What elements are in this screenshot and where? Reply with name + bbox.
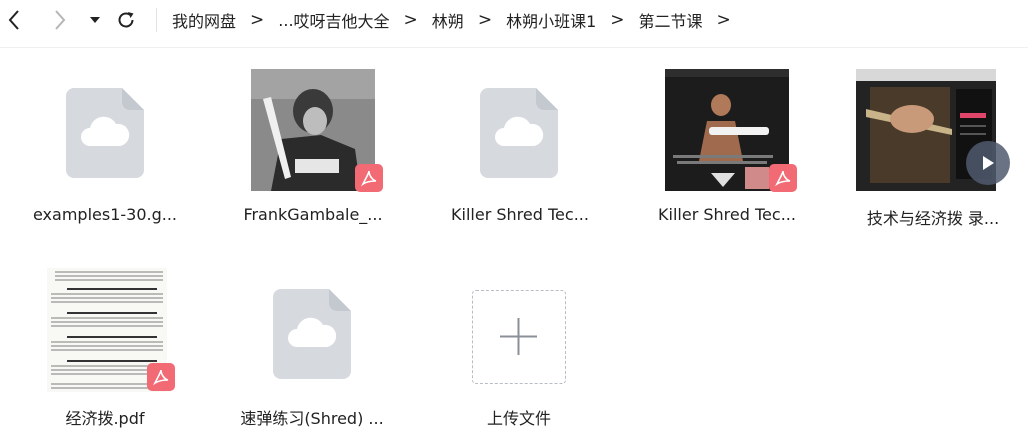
- breadcrumb-item-linshuo[interactable]: 林朔: [432, 8, 464, 32]
- chevron-left-icon: [8, 10, 19, 30]
- chevron-right-icon: [55, 10, 66, 30]
- pdf-icon: [774, 170, 791, 187]
- breadcrumb-separator: >: [403, 10, 418, 30]
- upload-label: 上传文件: [486, 409, 551, 428]
- file-name: examples1-30.g...: [32, 205, 177, 224]
- pdf-icon: [360, 170, 377, 187]
- pdf-badge: [769, 164, 797, 192]
- file-name: Killer Shred Tec...: [658, 205, 796, 224]
- play-icon: [983, 156, 994, 170]
- breadcrumb-item-ellipsis[interactable]: ...: [278, 11, 293, 30]
- header-divider: [0, 47, 1028, 48]
- file-name: 经济拨.pdf: [65, 409, 145, 428]
- top-bar: 我的网盘 > ... 哎呀吉他大全 > 林朔 > 林朔小班课1 > 第二节课 >: [0, 0, 1028, 42]
- breadcrumb-separator: >: [716, 10, 731, 30]
- cloud-file-icon: [66, 88, 144, 178]
- play-badge: [966, 141, 1010, 185]
- breadcrumb-item-root[interactable]: 我的网盘: [172, 8, 236, 32]
- pdf-badge: [147, 363, 175, 391]
- breadcrumb-separator: >: [250, 10, 265, 30]
- plus-icon: [500, 318, 537, 355]
- breadcrumb-separator: >: [477, 10, 493, 30]
- history-dropdown-button[interactable]: [83, 8, 107, 32]
- file-name: 技术与经济拨 录...: [866, 209, 1000, 228]
- pdf-icon: [152, 369, 169, 386]
- refresh-button[interactable]: [114, 8, 138, 32]
- caret-down-icon: [90, 17, 100, 23]
- breadcrumb-item-class[interactable]: 林朔小班课1: [506, 8, 596, 32]
- cloud-file-icon: [480, 88, 558, 178]
- cloud-file-icon: [273, 289, 351, 379]
- file-name: Killer Shred Tec...: [451, 205, 589, 224]
- toolbar-divider: [156, 8, 157, 32]
- file-name: 速弹练习(Shred) ...: [240, 409, 384, 428]
- back-button[interactable]: [2, 8, 26, 32]
- breadcrumb-separator: >: [610, 10, 625, 30]
- file-name: FrankGambale_...: [243, 205, 383, 224]
- breadcrumb-item-current[interactable]: 第二节课: [639, 8, 703, 32]
- forward-button[interactable]: [48, 8, 72, 32]
- upload-button[interactable]: [472, 290, 566, 384]
- breadcrumb-item-yaya[interactable]: 哎呀吉他大全: [294, 8, 390, 32]
- pdf-badge: [355, 164, 383, 192]
- breadcrumb: 我的网盘 > ... 哎呀吉他大全 > 林朔 > 林朔小班课1 > 第二节课 >: [172, 0, 745, 40]
- refresh-icon: [118, 12, 134, 28]
